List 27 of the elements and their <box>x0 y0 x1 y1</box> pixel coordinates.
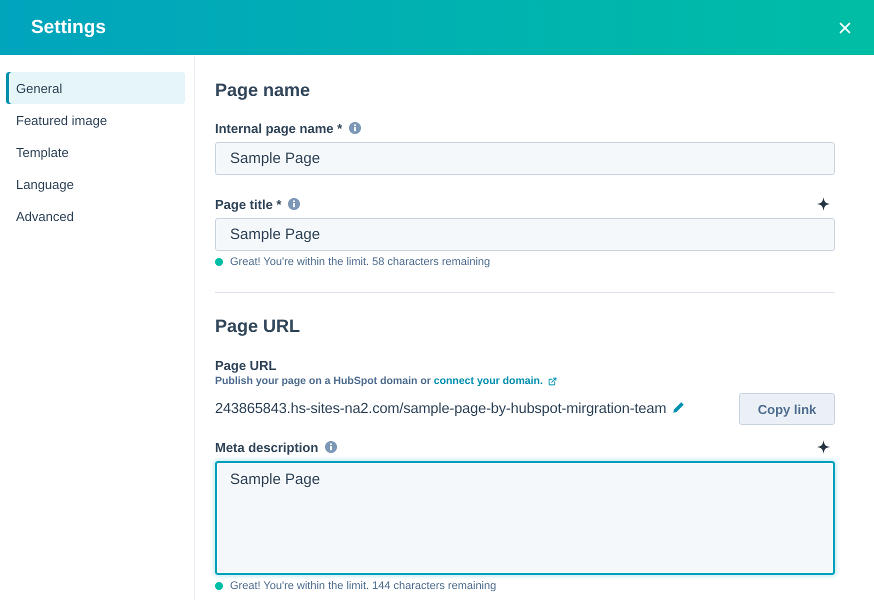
field-label: Page title * <box>215 196 282 212</box>
page-url-text: 243865843.hs-sites-na2.com/sample-page-by-hubspot-mirgration-team <box>215 401 666 417</box>
copy-link-button[interactable]: Copy link <box>739 393 835 425</box>
status-message: Great! You're within the limit. 144 characters remaining <box>230 580 496 592</box>
field-label: Meta description <box>215 440 318 454</box>
sparkle-icon[interactable] <box>817 197 830 211</box>
pencil-icon[interactable] <box>673 402 684 412</box>
section-heading: Page URL <box>215 315 302 338</box>
sidebar-item[interactable]: Advanced <box>6 200 185 232</box>
connect-domain-link[interactable]: connect your domain. <box>434 375 543 387</box>
sidebar-item[interactable]: Language <box>6 168 185 200</box>
external-link-icon <box>548 376 557 386</box>
sidebar-item[interactable]: Template <box>6 136 185 168</box>
status-dot-icon <box>215 258 223 266</box>
field-label: Page URL <box>215 358 276 372</box>
section-heading: Page name <box>215 79 312 102</box>
field-label: Internal page name * <box>215 120 342 136</box>
sidebar-item[interactable]: General <box>6 72 185 104</box>
window-title: Settings <box>31 16 106 38</box>
sidebar-item[interactable]: Featured image <box>6 104 185 136</box>
status-dot-icon <box>215 582 223 590</box>
help-text: Publish your page on a HubSpot domain or connect your domain. <box>215 375 543 387</box>
input-field[interactable]: Sample Page <box>215 218 835 251</box>
status-message: Great! You're within the limit. 58 characters remaining <box>230 256 490 268</box>
textarea-field[interactable]: Sample Page <box>215 461 835 575</box>
input-field[interactable]: Sample Page <box>215 142 835 175</box>
sparkle-icon[interactable] <box>817 440 830 454</box>
